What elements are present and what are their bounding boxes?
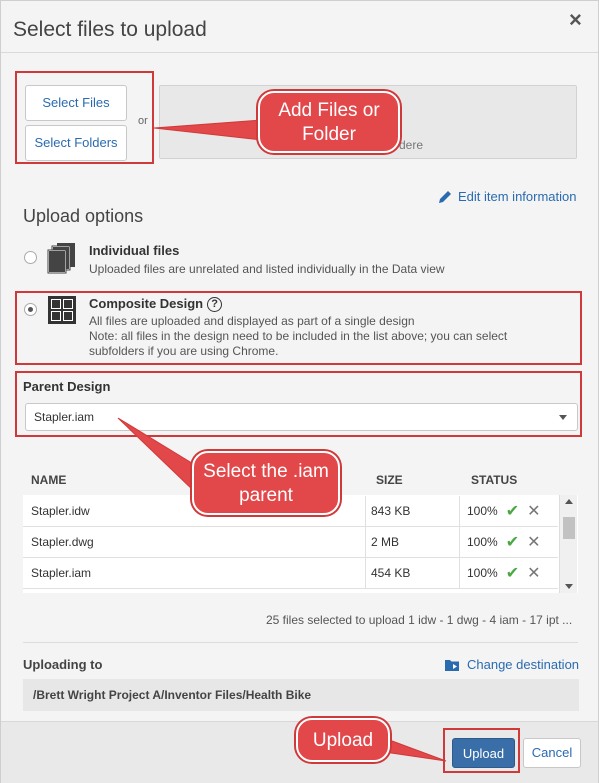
composite-design-radio[interactable]: [24, 303, 37, 316]
pencil-icon: [439, 190, 451, 203]
select-folders-button[interactable]: Select Folders: [25, 125, 127, 161]
table-row[interactable]: Stapler.iam 454 KB 100% ✔ ✕: [23, 558, 558, 589]
header-status: STATUS: [471, 473, 518, 487]
callout-add-files: Add Files or Folder: [258, 91, 400, 153]
status-percent: 100%: [467, 535, 498, 549]
file-name: Stapler.iam: [31, 566, 92, 580]
callout-select-iam: Select the .iam parent: [192, 451, 340, 515]
file-status: 100% ✔ ✕: [459, 496, 558, 527]
file-size: 843 KB: [365, 496, 458, 527]
remove-icon[interactable]: ✕: [527, 527, 540, 558]
check-icon: ✔: [505, 565, 520, 582]
status-percent: 100%: [467, 566, 498, 580]
parent-design-select[interactable]: Stapler.iam: [25, 403, 578, 431]
drop-zone-hint: dere: [399, 138, 424, 152]
remove-icon[interactable]: ✕: [527, 496, 540, 527]
parent-design-label: Parent Design: [23, 379, 111, 394]
parent-design-value: Stapler.iam: [34, 410, 95, 424]
composite-design-title: Composite Design?: [89, 296, 223, 313]
destination-path: /Brett Wright Project A/Inventor Files/H…: [23, 679, 579, 711]
file-name: Stapler.idw: [31, 504, 90, 518]
scroll-thumb[interactable]: [563, 517, 575, 539]
table-scrollbar[interactable]: [559, 495, 577, 593]
edit-item-information-link[interactable]: Edit item information: [438, 189, 577, 204]
check-icon: ✔: [505, 503, 520, 520]
change-destination-label: Change destination: [467, 657, 580, 672]
selection-summary: 25 files selected to upload 1 idw - 1 dw…: [266, 613, 573, 627]
header-size: SIZE: [376, 473, 403, 487]
upload-button[interactable]: Upload: [452, 738, 515, 768]
individual-files-radio[interactable]: [24, 251, 37, 264]
check-icon: ✔: [505, 534, 520, 551]
file-size: 454 KB: [365, 558, 458, 589]
select-files-button[interactable]: Select Files: [25, 85, 127, 121]
individual-files-desc: Uploaded files are unrelated and listed …: [89, 262, 445, 276]
file-status: 100% ✔ ✕: [459, 558, 558, 589]
file-name: Stapler.dwg: [31, 535, 94, 549]
divider: [23, 642, 578, 643]
header-name: NAME: [31, 473, 67, 487]
help-icon[interactable]: ?: [207, 297, 223, 313]
individual-files-title: Individual files: [89, 243, 180, 258]
composite-design-desc-2: Note: all files in the design need to be…: [89, 329, 508, 343]
uploading-to-label: Uploading to: [23, 657, 103, 672]
scroll-up-icon[interactable]: [565, 499, 573, 504]
callout-upload: Upload: [296, 718, 390, 762]
file-size: 2 MB: [365, 527, 458, 558]
change-destination-link[interactable]: Change destination: [444, 657, 579, 672]
cancel-button[interactable]: Cancel: [523, 738, 581, 768]
edit-item-label: Edit item information: [458, 189, 577, 204]
composite-design-desc-3: subfolders if you are using Chrome.: [89, 344, 279, 358]
dialog-header: Select files to upload ×: [1, 1, 598, 53]
file-status: 100% ✔ ✕: [459, 527, 558, 558]
close-icon[interactable]: ×: [569, 7, 582, 33]
upload-options-heading: Upload options: [23, 206, 144, 226]
composite-design-icon: [48, 296, 76, 324]
or-label: or: [138, 115, 148, 127]
remove-icon[interactable]: ✕: [527, 558, 540, 589]
folder-arrow-icon: [445, 659, 459, 671]
table-row[interactable]: Stapler.dwg 2 MB 100% ✔ ✕: [23, 527, 558, 558]
dialog-title: Select files to upload: [13, 18, 207, 41]
composite-design-desc-1: All files are uploaded and displayed as …: [89, 314, 415, 328]
composite-design-label: Composite Design: [89, 296, 204, 311]
status-percent: 100%: [467, 504, 498, 518]
scroll-down-icon[interactable]: [565, 584, 573, 589]
chevron-down-icon: [559, 415, 567, 420]
stacked-files-icon: [47, 243, 75, 274]
